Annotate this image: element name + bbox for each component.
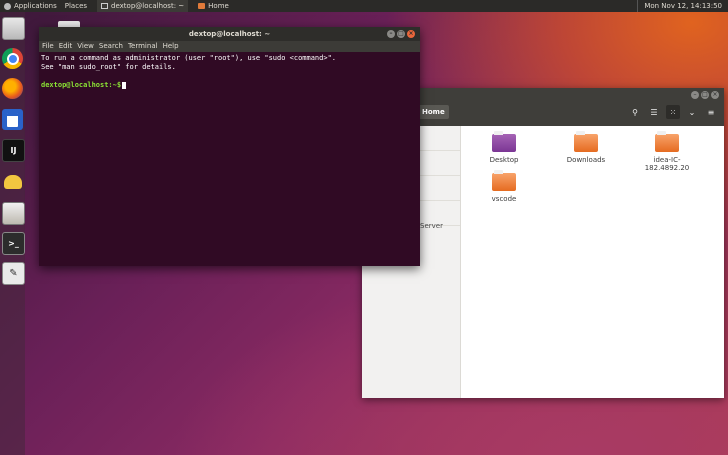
file-item-idea[interactable]: idea-IC-182.4892.20	[632, 131, 702, 172]
menu-view[interactable]: View	[77, 41, 94, 52]
folder-icon	[492, 131, 516, 152]
intellij-label: IJ	[10, 146, 17, 155]
window-controls: – □ ×	[387, 30, 415, 38]
teapot-glyph	[3, 174, 22, 189]
applications-label: Applications	[14, 2, 57, 10]
document-glyph	[7, 112, 18, 127]
folder-icon	[198, 3, 206, 9]
top-panel: Applications Places dextop@localhost: ~ …	[0, 0, 728, 12]
file-name: idea-IC-182.4892.20	[644, 156, 690, 172]
file-item-downloads[interactable]: Downloads	[551, 131, 621, 164]
menu-terminal[interactable]: Terminal	[128, 41, 158, 52]
text-editor-icon[interactable]: ✎	[2, 262, 25, 285]
menu-edit[interactable]: Edit	[59, 41, 73, 52]
close-button[interactable]: ×	[407, 30, 415, 38]
chrome-icon[interactable]	[2, 48, 23, 69]
teapot-icon[interactable]	[2, 171, 23, 192]
folder-icon	[574, 131, 598, 152]
menu-icon[interactable]: ≡	[704, 105, 718, 119]
applications-menu[interactable]: Applications	[0, 0, 61, 12]
list-view-icon[interactable]: ☰	[647, 105, 661, 119]
clock[interactable]: Mon Nov 12, 14:13:50	[637, 0, 728, 12]
maximize-button[interactable]: □	[397, 30, 405, 38]
places-menu[interactable]: Places	[61, 0, 91, 12]
close-button[interactable]: ×	[711, 91, 719, 99]
folder-icon	[655, 131, 679, 152]
terminal-line: See "man sudo_root" for details.	[41, 63, 176, 71]
maximize-button[interactable]: □	[701, 91, 709, 99]
terminal-prompt-line: dextop@localhost:~$	[41, 81, 418, 90]
menu-file[interactable]: File	[42, 41, 54, 52]
grid-view-icon[interactable]: ⁙	[666, 105, 680, 119]
firefox-icon[interactable]	[2, 78, 23, 99]
breadcrumb-home[interactable]: Home	[418, 105, 449, 119]
terminal-output[interactable]: To run a command as administrator (user …	[39, 52, 420, 92]
window-icon	[101, 3, 109, 9]
clock-label: Mon Nov 12, 14:13:50	[644, 2, 722, 10]
search-icon[interactable]: ⚲	[628, 105, 642, 119]
toolbar: ⚲ ☰ ⁙ ⌄ ≡	[628, 105, 718, 119]
file-name: Desktop	[489, 156, 519, 164]
terminal-icon[interactable]: >_	[2, 232, 25, 255]
menu-help[interactable]: Help	[163, 41, 179, 52]
menu-search[interactable]: Search	[99, 41, 123, 52]
terminal-line: To run a command as administrator (user …	[41, 54, 337, 62]
places-label: Places	[64, 2, 88, 10]
terminal-window[interactable]: dextop@localhost: ~ – □ × File Edit View…	[39, 27, 420, 266]
taskbar-terminal[interactable]: dextop@localhost: ~	[97, 0, 189, 12]
minimize-button[interactable]: –	[691, 91, 699, 99]
terminal-prompt: dextop@localhost:~$	[41, 81, 122, 89]
terminal-title: dextop@localhost: ~	[188, 30, 271, 38]
file-name: vscode	[491, 195, 517, 203]
terminal-label: >_	[8, 239, 19, 248]
cursor	[122, 81, 127, 89]
file-grid: Desktop Downloads idea-IC-182.4892.20 vs…	[461, 126, 724, 398]
file-item-vscode[interactable]: vscode	[469, 170, 539, 203]
taskbar-home-label: Home	[208, 2, 229, 10]
sidebar-item-server[interactable]: Server	[420, 222, 443, 230]
file-name: Downloads	[566, 156, 606, 164]
taskbar-home[interactable]: Home	[194, 0, 233, 12]
terminal-titlebar[interactable]: dextop@localhost: ~ – □ ×	[39, 27, 420, 41]
ubuntu-logo-icon	[4, 2, 11, 10]
file-item-desktop[interactable]: Desktop	[469, 131, 539, 164]
terminal-menubar: File Edit View Search Terminal Help	[39, 41, 420, 52]
files-icon[interactable]	[2, 17, 25, 40]
intellij-icon[interactable]: IJ	[2, 139, 25, 162]
minimize-button[interactable]: –	[387, 30, 395, 38]
docs-icon[interactable]	[2, 109, 23, 130]
folder-icon	[492, 170, 516, 191]
chevron-down-icon[interactable]: ⌄	[685, 105, 699, 119]
launcher: IJ >_ ✎	[0, 12, 25, 455]
window-controls: – □ ×	[691, 91, 719, 99]
taskbar-terminal-label: dextop@localhost: ~	[111, 2, 185, 10]
archive-icon[interactable]	[2, 202, 25, 225]
